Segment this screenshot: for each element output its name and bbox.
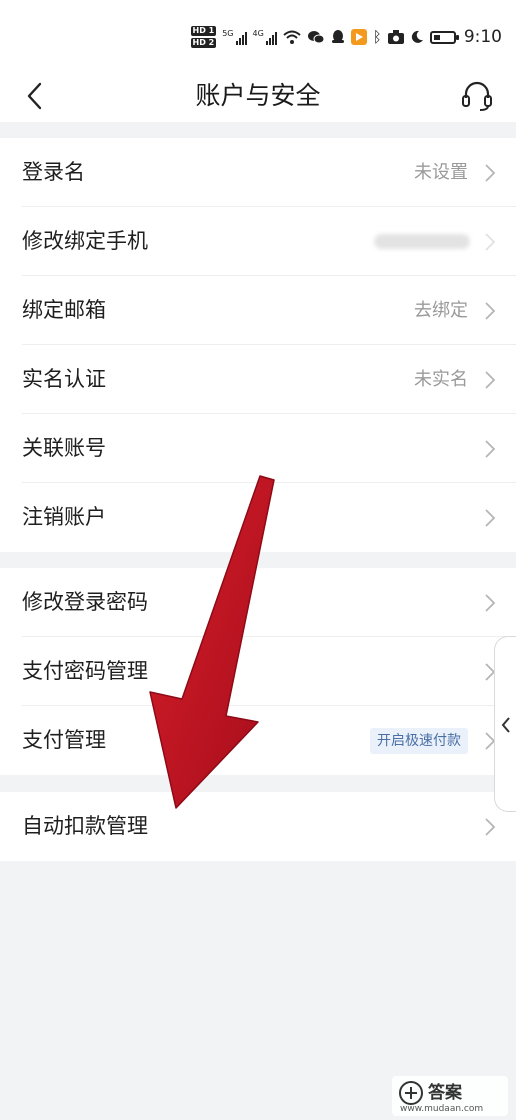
row-label: 登录名 <box>22 160 85 184</box>
row-change-phone[interactable]: 修改绑定手机 <box>0 207 516 276</box>
signal-5g-icon: 5G <box>222 29 247 45</box>
watermark-logo-icon <box>399 1081 423 1105</box>
row-value: 未设置 <box>414 162 468 183</box>
signal-4g-icon: 4G <box>253 29 277 45</box>
watermark-url: www.mudaan.com <box>400 1104 484 1114</box>
wechat-icon <box>307 31 325 44</box>
watermark-name: 答案 <box>428 1083 462 1103</box>
row-bind-email[interactable]: 绑定邮箱 去绑定 <box>0 276 516 345</box>
row-label: 修改登录密码 <box>22 590 148 614</box>
row-label: 支付管理 <box>22 728 106 752</box>
status-icons: HD 1 HD 2 5G 4G ᛒ 9:10 <box>190 22 502 52</box>
chevron-right-icon <box>485 371 496 389</box>
hd2-badge: HD 2 <box>190 38 217 48</box>
chevron-right-icon <box>485 594 496 612</box>
watermark: 答案 www.mudaan.com <box>392 1076 508 1116</box>
chevron-right-icon <box>485 818 496 836</box>
chevron-right-icon <box>485 233 496 251</box>
page-title: 账户与安全 <box>195 81 321 110</box>
camera-icon <box>387 30 404 44</box>
chevron-right-icon <box>485 509 496 527</box>
battery-icon <box>429 30 459 44</box>
row-label: 支付密码管理 <box>22 659 148 683</box>
row-change-login-password[interactable]: 修改登录密码 <box>0 568 516 637</box>
row-label: 绑定邮箱 <box>22 298 106 322</box>
hd1-badge: HD 1 <box>190 26 217 36</box>
row-label: 实名认证 <box>22 367 106 391</box>
row-payment-management[interactable]: 支付管理 开启极速付款 <box>0 706 516 775</box>
auto-debit-group: 自动扣款管理 <box>0 792 516 861</box>
account-info-group: 登录名 未设置 修改绑定手机 绑定邮箱 去绑定 实名认证 未实名 关联账号 注销… <box>0 138 516 552</box>
side-panel-handle[interactable] <box>494 636 516 812</box>
chevron-right-icon <box>485 440 496 458</box>
row-cancel-account[interactable]: 注销账户 <box>0 483 516 552</box>
chevron-right-icon <box>485 302 496 320</box>
chevron-right-icon <box>485 164 496 182</box>
row-value: 去绑定 <box>414 300 468 321</box>
nav-bar: 账户与安全 <box>0 70 516 122</box>
password-payment-group: 修改登录密码 支付密码管理 支付管理 开启极速付款 <box>0 568 516 775</box>
row-payment-password[interactable]: 支付密码管理 <box>0 637 516 706</box>
signal2-label: 4G <box>252 29 264 38</box>
bluetooth-icon: ᛒ <box>372 28 382 46</box>
row-real-name[interactable]: 实名认证 未实名 <box>0 345 516 414</box>
row-label: 注销账户 <box>22 505 106 529</box>
masked-phone-value <box>374 234 470 249</box>
qq-icon <box>331 30 344 43</box>
wifi-icon <box>283 30 301 44</box>
clock: 9:10 <box>463 27 502 47</box>
headset-icon[interactable] <box>460 78 494 114</box>
row-label: 自动扣款管理 <box>22 814 148 838</box>
row-linked-accounts[interactable]: 关联账号 <box>0 414 516 483</box>
video-app-icon <box>350 29 367 45</box>
row-value: 未实名 <box>414 369 468 390</box>
hd-badges: HD 1 HD 2 <box>190 26 217 48</box>
row-auto-debit-management[interactable]: 自动扣款管理 <box>0 792 516 861</box>
status-bar: HD 1 HD 2 5G 4G ᛒ 9:10 <box>0 0 516 70</box>
row-login-name[interactable]: 登录名 未设置 <box>0 138 516 207</box>
fast-pay-tag[interactable]: 开启极速付款 <box>370 728 468 754</box>
row-label: 修改绑定手机 <box>22 229 148 253</box>
chevron-left-icon <box>501 717 510 733</box>
row-label: 关联账号 <box>22 436 106 460</box>
moon-icon <box>411 30 423 43</box>
signal1-label: 5G <box>222 29 234 38</box>
